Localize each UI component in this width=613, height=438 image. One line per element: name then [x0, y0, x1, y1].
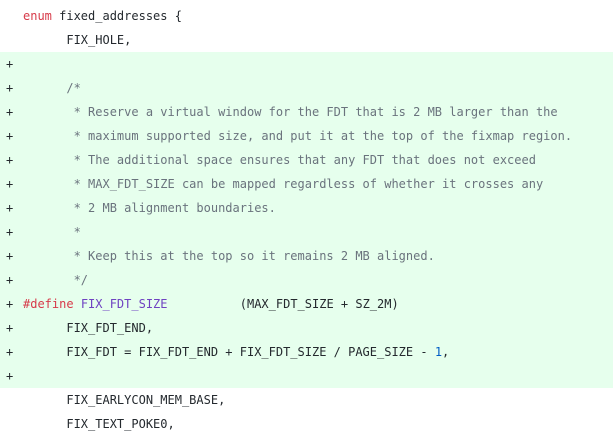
diff-added-line: + [0, 364, 613, 388]
diff-line-marker: + [6, 129, 14, 143]
code-token-comment: /* [23, 81, 81, 95]
code-token-plain: (MAX_FDT_SIZE + SZ_2M) [167, 297, 399, 311]
diff-added-line: + * Keep this at the top so it remains 2… [0, 244, 613, 268]
code-token-comment: * Keep this at the top so it remains 2 M… [23, 249, 435, 263]
diff-line-marker: + [6, 225, 14, 239]
diff-context-line: FIX_EARLYCON_MEM_BASE, [0, 388, 613, 412]
diff-added-line: + * maximum supported size, and put it a… [0, 124, 613, 148]
diff-added-line: + */ [0, 268, 613, 292]
code-token-plain: FIX_HOLE, [23, 33, 132, 47]
diff-context-line: enum fixed_addresses { [0, 4, 613, 28]
code-token-plain: FIX_FDT_END, [23, 321, 154, 335]
code-token-plain: fixed_addresses { [51, 9, 182, 23]
diff-added-line: + * MAX_FDT_SIZE can be mapped regardles… [0, 172, 613, 196]
code-line: #define FIX_FDT_SIZE (MAX_FDT_SIZE + SZ_… [23, 292, 399, 316]
code-line: * Reserve a virtual window for the FDT t… [23, 100, 558, 124]
diff-added-line: + /* [0, 76, 613, 100]
diff-line-marker: + [6, 81, 14, 95]
code-line: * maximum supported size, and put it at … [23, 124, 573, 148]
code-line: FIX_FDT_END, [23, 316, 153, 340]
diff-line-marker: + [6, 297, 14, 311]
diff-added-line: + * Reserve a virtual window for the FDT… [0, 100, 613, 124]
diff-line-marker: + [6, 369, 14, 383]
code-token-keyword: #define [23, 297, 74, 311]
code-line: * MAX_FDT_SIZE can be mapped regardless … [23, 172, 544, 196]
diff-added-line: + * [0, 220, 613, 244]
code-token-comment: * The additional space ensures that any … [23, 153, 536, 167]
diff-added-line: + [0, 52, 613, 76]
code-line: * [23, 220, 81, 244]
diff-context-line: FIX_TEXT_POKE0, [0, 412, 613, 436]
code-line: FIX_TEXT_POKE0, [23, 412, 175, 436]
diff-added-line: + FIX_FDT = FIX_FDT_END + FIX_FDT_SIZE /… [0, 340, 613, 364]
diff-line-marker: + [6, 345, 14, 359]
code-line: * 2 MB alignment boundaries. [23, 196, 276, 220]
diff-line-marker: + [6, 273, 14, 287]
code-token-plain: FIX_EARLYCON_MEM_BASE, [23, 393, 226, 407]
diff-added-line: + * The additional space ensures that an… [0, 148, 613, 172]
diff-line-marker: + [6, 105, 14, 119]
code-line: * The additional space ensures that any … [23, 148, 536, 172]
code-token-comment: * 2 MB alignment boundaries. [23, 201, 276, 215]
code-line: FIX_EARLYCON_MEM_BASE, [23, 388, 225, 412]
code-token-comment: * MAX_FDT_SIZE can be mapped regardless … [23, 177, 544, 191]
code-token-macro: FIX_FDT_SIZE [80, 297, 168, 311]
diff-line-marker: + [6, 321, 14, 335]
code-token-plain: FIX_FDT = FIX_FDT_END + FIX_FDT_SIZE / P… [23, 345, 435, 359]
code-diff-view: enum fixed_addresses { FIX_HOLE, + + /* + *… [0, 0, 613, 436]
diff-line-marker: + [6, 201, 14, 215]
code-line: enum fixed_addresses { [23, 4, 182, 28]
code-token-number: 1 [434, 345, 443, 359]
code-token-plain: , [442, 345, 450, 359]
code-line: * Keep this at the top so it remains 2 M… [23, 244, 435, 268]
code-line: FIX_HOLE, [23, 28, 131, 52]
diff-line-marker: + [6, 153, 14, 167]
diff-added-line: + #define FIX_FDT_SIZE (MAX_FDT_SIZE + SZ… [0, 292, 613, 316]
diff-line-marker: + [6, 57, 14, 71]
code-token-plain: FIX_TEXT_POKE0, [23, 417, 175, 431]
diff-added-line: + * 2 MB alignment boundaries. [0, 196, 613, 220]
code-token-keyword: enum [23, 9, 52, 23]
code-line: /* [23, 76, 81, 100]
code-token-comment: * maximum supported size, and put it at … [23, 129, 573, 143]
code-line: */ [23, 268, 88, 292]
code-token-comment: * [23, 225, 81, 239]
code-token-comment: */ [23, 273, 89, 287]
diff-context-line: FIX_HOLE, [0, 28, 613, 52]
diff-line-marker: + [6, 249, 14, 263]
code-token-comment: * Reserve a virtual window for the FDT t… [23, 105, 558, 119]
diff-line-marker: + [6, 177, 14, 191]
diff-added-line: + FIX_FDT_END, [0, 316, 613, 340]
code-line: FIX_FDT = FIX_FDT_END + FIX_FDT_SIZE / P… [23, 340, 449, 364]
